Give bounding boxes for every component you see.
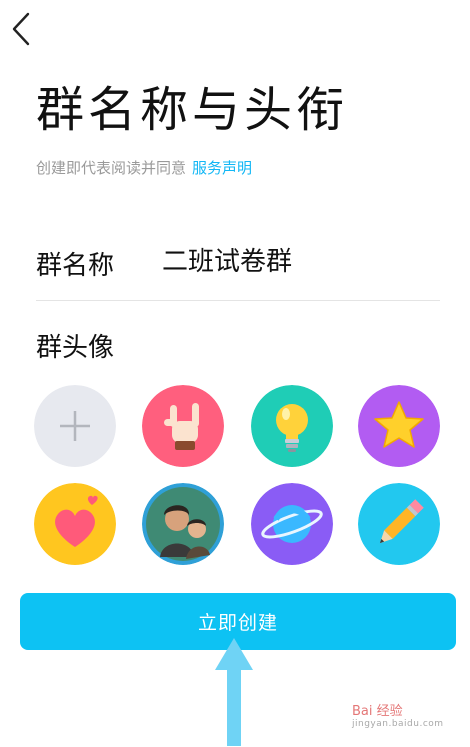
heart-icon [34, 483, 116, 565]
hand-gesture-icon [142, 385, 224, 467]
service-agreement-link[interactable]: 服务声明 [192, 159, 252, 177]
watermark-logo: Bai 经验 [352, 704, 403, 719]
watermark-url: jingyan.baidu.com [352, 719, 444, 729]
pencil-icon [358, 483, 440, 565]
avatar-option-add[interactable] [34, 385, 116, 467]
plus-icon [34, 385, 116, 467]
avatar-option-photo[interactable] [142, 483, 224, 565]
avatar-option-hand[interactable] [142, 385, 224, 467]
planet-icon [251, 483, 333, 565]
avatar-option-planet[interactable] [251, 483, 333, 565]
chevron-left-icon [12, 12, 30, 46]
group-name-input[interactable]: 二班试卷群 [162, 241, 292, 278]
watermark: Bai 经验 jingyan.baidu.com [352, 700, 444, 729]
avatar-option-star[interactable] [358, 385, 440, 467]
people-photo-icon [142, 483, 224, 565]
consent-line: 创建即代表阅读并同意 服务声明 [36, 157, 252, 178]
avatar-option-heart[interactable] [34, 483, 116, 565]
back-button[interactable] [6, 10, 38, 48]
divider [36, 300, 440, 301]
avatar-option-bulb[interactable] [251, 385, 333, 467]
group-name-label: 群名称 [36, 251, 115, 281]
consent-text: 创建即代表阅读并同意 [36, 159, 187, 177]
group-avatar-label: 群头像 [36, 333, 115, 363]
avatar-option-pencil[interactable] [358, 483, 440, 565]
lightbulb-icon [251, 385, 333, 467]
star-icon [358, 385, 440, 467]
page-title: 群名称与头衔 [36, 82, 349, 138]
up-arrow-icon [215, 638, 253, 746]
